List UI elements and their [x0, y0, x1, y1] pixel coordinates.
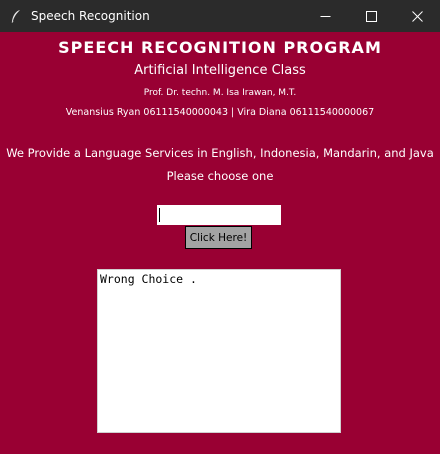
minimize-icon [320, 7, 331, 26]
professor-label: Prof. Dr. techn. M. Isa Irawan, M.T. [143, 88, 297, 98]
close-icon [411, 7, 423, 26]
maximize-button[interactable] [348, 0, 394, 32]
feather-icon [9, 9, 23, 23]
close-button[interactable] [394, 0, 440, 32]
output-textbox[interactable]: Wrong Choice . [97, 269, 341, 433]
click-here-button[interactable]: Click Here! [185, 226, 252, 249]
app-window: Speech Recognition SPEECH RECOGNITION PR… [0, 0, 440, 454]
window-title: Speech Recognition [31, 9, 150, 23]
authors-label: Venansius Ryan 06111540000043 | Vira Dia… [65, 107, 375, 118]
title-bar[interactable]: Speech Recognition [0, 0, 440, 32]
program-title: SPEECH RECOGNITION PROGRAM [58, 38, 382, 57]
language-input[interactable] [157, 205, 281, 225]
window-controls [302, 0, 440, 32]
class-subtitle: Artificial Intelligence Class [134, 63, 306, 78]
services-description: We Provide a Language Services in Englis… [6, 146, 434, 160]
text-cursor [159, 208, 160, 222]
maximize-icon [365, 7, 377, 26]
choose-prompt: Please choose one [166, 169, 274, 183]
main-content: SPEECH RECOGNITION PROGRAM Artificial In… [0, 32, 440, 454]
minimize-button[interactable] [302, 0, 348, 32]
